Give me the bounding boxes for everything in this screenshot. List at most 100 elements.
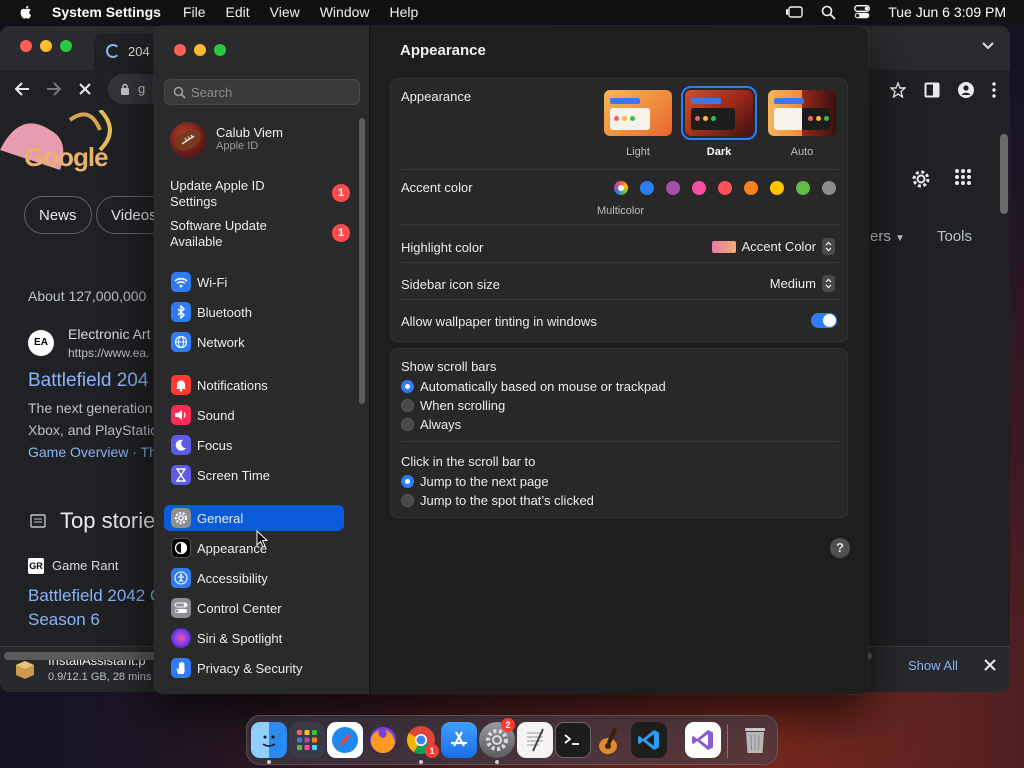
radio-button-selected[interactable]: [401, 380, 414, 393]
settings-gear-icon[interactable]: [910, 168, 932, 190]
search-tools-link[interactable]: Tools: [937, 228, 972, 245]
firefox-icon[interactable]: [365, 722, 401, 758]
chip-news[interactable]: News: [24, 196, 92, 234]
popup-stepper-icon: [822, 238, 835, 255]
sidebar-item-notifications[interactable]: Notifications: [164, 372, 344, 398]
apple-id-row[interactable]: Calub Viem Apple ID: [170, 122, 350, 158]
accent-swatch-pink[interactable]: [692, 181, 706, 195]
settings-close-button[interactable]: [174, 44, 186, 56]
result-url[interactable]: https://www.ea.: [68, 346, 149, 360]
finder-icon[interactable]: [251, 722, 287, 758]
bluetooth-icon: [171, 302, 191, 322]
radio-jump-next-page[interactable]: Jump to the next page: [401, 474, 549, 489]
accent-swatch-orange[interactable]: [744, 181, 758, 195]
radio-jump-to-spot[interactable]: Jump to the spot that’s clicked: [401, 493, 594, 508]
launchpad-icon[interactable]: [289, 722, 325, 758]
highlight-color-popup[interactable]: Accent Color: [711, 238, 835, 255]
apple-icon[interactable]: [18, 4, 34, 20]
menu-view[interactable]: View: [270, 4, 300, 20]
accent-swatch-multicolor[interactable]: [614, 181, 628, 195]
sidebar-item-label: Control Center: [197, 601, 282, 616]
radio-scroll-when-scrolling[interactable]: When scrolling: [401, 398, 505, 413]
apps-grid-icon[interactable]: [954, 168, 972, 186]
sidebar-item-wifi[interactable]: Wi-Fi: [164, 269, 344, 295]
menu-app-name[interactable]: System Settings: [52, 4, 161, 20]
vscode-icon[interactable]: [631, 722, 667, 758]
sidebar-item-network[interactable]: Network: [164, 329, 344, 355]
sidebar-item-bluetooth[interactable]: Bluetooth: [164, 299, 344, 325]
radio-button[interactable]: [401, 399, 414, 412]
sidebar-icon-size-popup[interactable]: Medium: [770, 275, 835, 292]
story-title-line-2[interactable]: Season 6: [28, 610, 100, 630]
radio-button[interactable]: [401, 418, 414, 431]
spotlight-search-icon[interactable]: [821, 5, 836, 20]
control-center-icon[interactable]: [854, 5, 871, 19]
wallpaper-tinting-toggle[interactable]: [811, 313, 837, 328]
settings-search-field[interactable]: [164, 79, 360, 105]
sidebar-item-appearance[interactable]: Appearance: [164, 535, 344, 561]
terminal-icon[interactable]: [555, 722, 591, 758]
more-options-icon[interactable]: [992, 82, 996, 98]
theme-option-dark[interactable]: Dark: [681, 86, 757, 158]
tab-search-chevron-icon[interactable]: [982, 42, 994, 50]
radio-scroll-always[interactable]: Always: [401, 417, 461, 432]
sidebar-item-siri-spotlight[interactable]: Siri & Spotlight: [164, 625, 344, 651]
accent-swatch-blue[interactable]: [640, 181, 654, 195]
menu-help[interactable]: Help: [390, 4, 419, 20]
menu-window[interactable]: Window: [320, 4, 370, 20]
browser-minimize-button[interactable]: [40, 40, 52, 52]
story-title-line-1[interactable]: Battlefield 2042 C: [28, 586, 162, 606]
radio-button[interactable]: [401, 494, 414, 507]
sidebar-item-accessibility[interactable]: Accessibility: [164, 565, 344, 591]
app-store-icon[interactable]: [441, 722, 477, 758]
browser-close-button[interactable]: [20, 40, 32, 52]
result-site-name[interactable]: Electronic Art: [68, 326, 150, 342]
close-download-bar-icon[interactable]: [984, 659, 996, 671]
stop-loading-icon[interactable]: [78, 82, 92, 96]
trash-icon[interactable]: [737, 722, 773, 758]
stage-manager-icon[interactable]: [785, 5, 803, 19]
back-arrow-icon[interactable]: [14, 82, 30, 96]
accent-swatch-green[interactable]: [796, 181, 810, 195]
accent-swatch-purple[interactable]: [666, 181, 680, 195]
sidebar-item-sound[interactable]: Sound: [164, 402, 344, 428]
accent-swatch-red[interactable]: [718, 181, 732, 195]
safari-icon[interactable]: [327, 722, 363, 758]
update-apple-id-notice[interactable]: Update Apple ID Settings 1: [170, 178, 350, 212]
sidebar-item-general[interactable]: General: [164, 505, 344, 531]
radio-scroll-automatic[interactable]: Automatically based on mouse or trackpad: [401, 379, 666, 394]
sidebar-scrollbar[interactable]: [359, 118, 365, 404]
forward-arrow-icon[interactable]: [46, 82, 62, 96]
browser-zoom-button[interactable]: [60, 40, 72, 52]
profile-icon[interactable]: [958, 82, 974, 98]
search-input[interactable]: [191, 85, 351, 100]
sidebar-item-screen-time[interactable]: Screen Time: [164, 462, 344, 488]
garageband-icon[interactable]: [593, 722, 629, 758]
result-title-link[interactable]: Battlefield 204: [28, 370, 148, 392]
settings-minimize-button[interactable]: [194, 44, 206, 56]
bookmark-star-icon[interactable]: [890, 82, 906, 98]
page-scrollbar[interactable]: [1000, 134, 1008, 214]
theme-option-auto[interactable]: Auto: [767, 90, 837, 158]
accent-swatch-graphite[interactable]: [822, 181, 836, 195]
google-logo[interactable]: Google: [24, 142, 109, 173]
menu-edit[interactable]: Edit: [226, 4, 250, 20]
theme-option-light[interactable]: Light: [603, 90, 673, 158]
result-sitelinks[interactable]: Game Overview · The: [28, 444, 165, 460]
visual-studio-icon[interactable]: [685, 722, 721, 758]
textedit-icon[interactable]: [517, 722, 553, 758]
side-panel-icon[interactable]: [924, 82, 940, 98]
help-button[interactable]: ?: [830, 538, 850, 558]
software-update-notice[interactable]: Software Update Available 1: [170, 218, 350, 252]
accent-swatch-yellow[interactable]: [770, 181, 784, 195]
sidebar-item-control-center[interactable]: Control Center: [164, 595, 344, 621]
search-filters-link[interactable]: ers ▼: [870, 228, 905, 245]
settings-zoom-button[interactable]: [214, 44, 226, 56]
multicolor-label: Multicolor: [597, 205, 645, 217]
menu-clock[interactable]: Tue Jun 6 3:09 PM: [888, 4, 1006, 20]
sidebar-item-focus[interactable]: Focus: [164, 432, 344, 458]
sidebar-item-privacy-security[interactable]: Privacy & Security: [164, 655, 344, 681]
menu-file[interactable]: File: [183, 4, 206, 20]
show-all-downloads-button[interactable]: Show All: [908, 658, 958, 673]
radio-button-selected[interactable]: [401, 475, 414, 488]
